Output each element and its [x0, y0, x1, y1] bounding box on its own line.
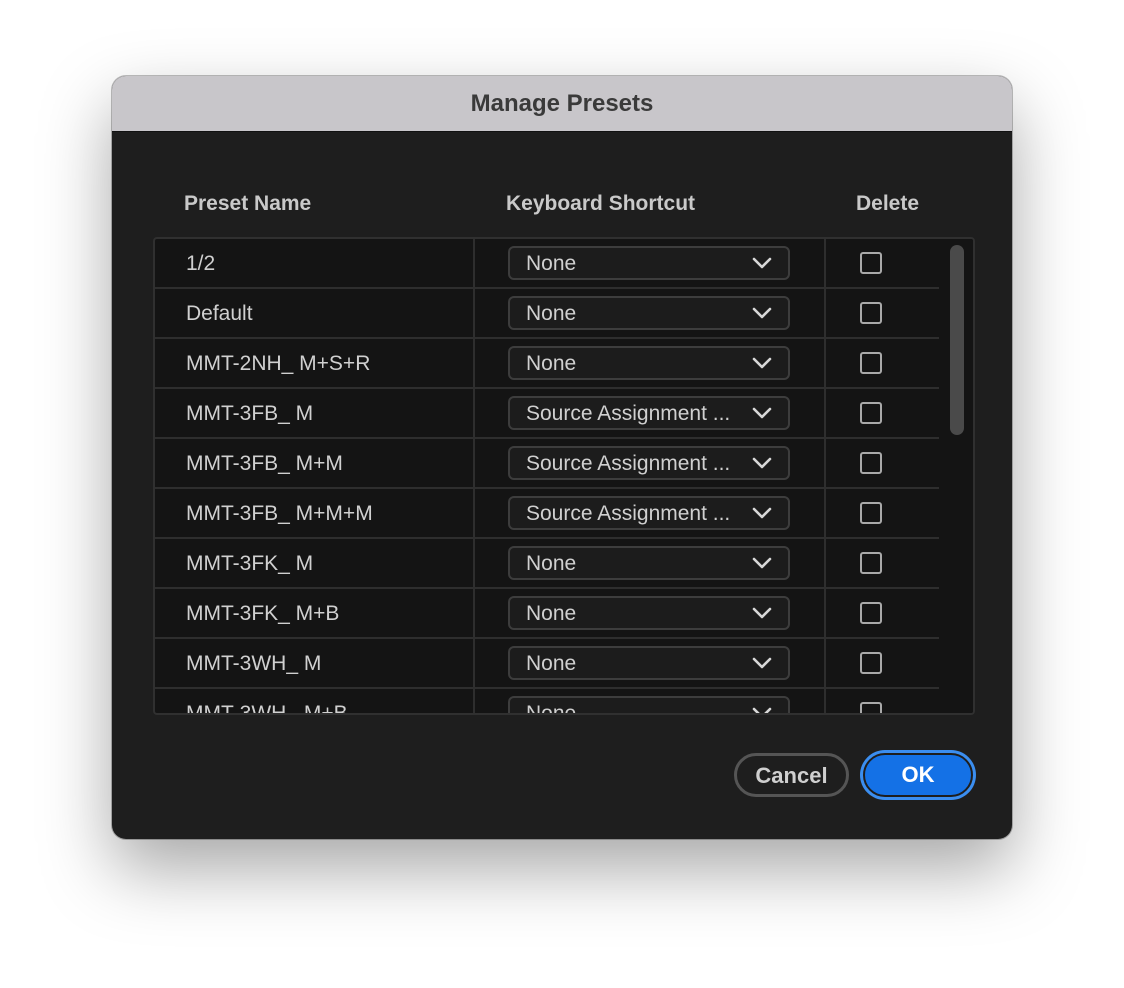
keyboard-shortcut-select[interactable]: Source Assignment ... — [508, 396, 790, 430]
delete-checkbox[interactable] — [860, 452, 882, 474]
delete-checkbox[interactable] — [860, 252, 882, 274]
preset-name-cell: MMT-3FK_ M+B — [155, 589, 475, 637]
column-header-keyboard-shortcut: Keyboard Shortcut — [506, 192, 696, 215]
table-row[interactable]: 1/2 None — [155, 239, 939, 289]
preset-name-cell: MMT-2NH_ M+S+R — [155, 339, 475, 387]
preset-name-cell: 1/2 — [155, 239, 475, 287]
table-row[interactable]: MMT-3FB_ M+M Source Assignment ... — [155, 439, 939, 489]
keyboard-shortcut-select[interactable]: Source Assignment ... — [508, 496, 790, 530]
shortcut-cell: Source Assignment ... — [475, 389, 826, 437]
chevron-down-icon — [752, 607, 772, 619]
chevron-down-icon — [752, 557, 772, 569]
table-row[interactable]: MMT-3WH_ M None — [155, 639, 939, 689]
delete-cell — [826, 589, 939, 637]
table-row[interactable]: MMT-2NH_ M+S+R None — [155, 339, 939, 389]
preset-name-cell: MMT-3FB_ M — [155, 389, 475, 437]
scrollbar-track[interactable] — [941, 239, 973, 713]
shortcut-cell: None — [475, 689, 826, 715]
keyboard-shortcut-select[interactable]: None — [508, 696, 790, 715]
select-value: Source Assignment ... — [526, 452, 731, 475]
keyboard-shortcut-select[interactable]: Source Assignment ... — [508, 446, 790, 480]
select-value: Source Assignment ... — [526, 502, 731, 525]
delete-checkbox[interactable] — [860, 702, 882, 713]
delete-checkbox[interactable] — [860, 652, 882, 674]
table-header: Preset Name Keyboard Shortcut Delete — [112, 192, 1012, 222]
chevron-down-icon — [752, 507, 772, 519]
ok-button[interactable]: OK — [863, 753, 973, 797]
chevron-down-icon — [752, 307, 772, 319]
shortcut-cell: None — [475, 289, 826, 337]
select-value: None — [526, 702, 577, 715]
preset-name-cell: MMT-3WH_ M — [155, 639, 475, 687]
select-value: None — [526, 552, 577, 575]
table-row[interactable]: MMT-3FB_ M+M+M Source Assignment ... — [155, 489, 939, 539]
delete-checkbox[interactable] — [860, 552, 882, 574]
select-value: None — [526, 302, 577, 325]
keyboard-shortcut-select[interactable]: None — [508, 346, 790, 380]
preset-name-cell: MMT-3FB_ M+M+M — [155, 489, 475, 537]
table-row[interactable]: MMT-3FK_ M None — [155, 539, 939, 589]
preset-name-cell: Default — [155, 289, 475, 337]
keyboard-shortcut-select[interactable]: None — [508, 546, 790, 580]
table-row[interactable]: Default None — [155, 289, 939, 339]
cancel-button[interactable]: Cancel — [734, 753, 849, 797]
preset-name-cell: MMT-3FK_ M — [155, 539, 475, 587]
chevron-down-icon — [752, 707, 772, 713]
shortcut-cell: None — [475, 639, 826, 687]
delete-checkbox[interactable] — [860, 502, 882, 524]
delete-cell — [826, 239, 939, 287]
presets-list: 1/2 None Default None MMT-2NH_ M+S+R None MMT-… — [155, 239, 939, 715]
chevron-down-icon — [752, 357, 772, 369]
delete-cell — [826, 389, 939, 437]
delete-cell — [826, 289, 939, 337]
delete-cell — [826, 539, 939, 587]
select-value: None — [526, 252, 577, 275]
delete-cell — [826, 339, 939, 387]
delete-checkbox[interactable] — [860, 402, 882, 424]
chevron-down-icon — [752, 657, 772, 669]
preset-name-cell: MMT-3WH_ M+B — [155, 689, 475, 713]
keyboard-shortcut-select[interactable]: None — [508, 296, 790, 330]
dialog-title: Manage Presets — [470, 89, 654, 117]
delete-checkbox[interactable] — [860, 302, 882, 324]
select-value: None — [526, 352, 577, 375]
select-value: Source Assignment ... — [526, 402, 731, 425]
delete-cell — [826, 639, 939, 687]
shortcut-cell: Source Assignment ... — [475, 489, 826, 537]
delete-cell — [826, 489, 939, 537]
shortcut-cell: None — [475, 339, 826, 387]
scrollbar-thumb[interactable] — [950, 245, 964, 435]
shortcut-cell: None — [475, 589, 826, 637]
delete-cell — [826, 439, 939, 487]
delete-cell — [826, 689, 939, 713]
table-row[interactable]: MMT-3WH_ M+B None — [155, 689, 939, 715]
chevron-down-icon — [752, 407, 772, 419]
keyboard-shortcut-select[interactable]: None — [508, 246, 790, 280]
preset-name-cell: MMT-3FB_ M+M — [155, 439, 475, 487]
presets-table: 1/2 None Default None MMT-2NH_ M+S+R None MMT-… — [153, 237, 975, 715]
column-header-preset-name: Preset Name — [184, 192, 312, 215]
keyboard-shortcut-select[interactable]: None — [508, 646, 790, 680]
delete-checkbox[interactable] — [860, 352, 882, 374]
select-value: None — [526, 602, 577, 625]
shortcut-cell: None — [475, 239, 826, 287]
shortcut-cell: None — [475, 539, 826, 587]
select-value: None — [526, 652, 577, 675]
keyboard-shortcut-select[interactable]: None — [508, 596, 790, 630]
table-row[interactable]: MMT-3FK_ M+B None — [155, 589, 939, 639]
manage-presets-dialog: Manage Presets Preset Name Keyboard Shor… — [112, 76, 1012, 839]
shortcut-cell: Source Assignment ... — [475, 439, 826, 487]
dialog-titlebar: Manage Presets — [112, 76, 1012, 132]
chevron-down-icon — [752, 257, 772, 269]
column-header-delete: Delete — [856, 192, 920, 215]
delete-checkbox[interactable] — [860, 602, 882, 624]
chevron-down-icon — [752, 457, 772, 469]
table-row[interactable]: MMT-3FB_ M Source Assignment ... — [155, 389, 939, 439]
